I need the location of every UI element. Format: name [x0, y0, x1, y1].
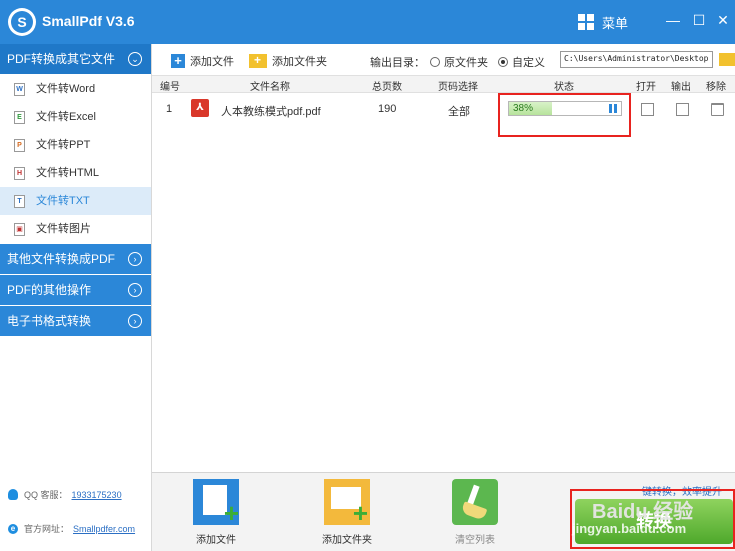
output-dir-label: 输出目录：: [370, 57, 425, 69]
bottom-bar: 添加文件 添加文件夹 清空列表 键转换，效率提升 转换 Baidu 经验 jin…: [152, 472, 735, 551]
title-bar: S SmallPdf V3.6 菜单 — ☐ ✕: [0, 0, 735, 44]
header-range: 页码选择: [438, 82, 478, 93]
open-external-icon[interactable]: [641, 103, 654, 116]
header-status: 状态: [554, 82, 574, 93]
sidebar-item-ppt[interactable]: P 文件转PPT: [0, 131, 151, 159]
row-file-name: 人本教练模式pdf.pdf: [221, 106, 321, 118]
category-label: 其他文件转换成PDF: [7, 252, 116, 266]
site-link[interactable]: Smallpdfer.com: [73, 524, 135, 534]
category-label: PDF转换成其它文件: [7, 52, 116, 66]
radio-icon: [430, 57, 440, 67]
header-output: 输出: [671, 82, 691, 93]
chevron-down-icon: ⌄: [128, 52, 142, 66]
excel-doc-icon: E: [14, 111, 25, 124]
add-folder-button[interactable]: 添加文件夹: [249, 51, 327, 71]
watermark-brand: Baidu 经验: [592, 501, 694, 523]
sidebar-category-other-to-pdf[interactable]: 其他文件转换成PDF ›: [0, 244, 151, 274]
add-file-button[interactable]: + 添加文件: [171, 51, 234, 71]
sidebar-item-txt[interactable]: T 文件转TXT: [0, 187, 151, 215]
output-folder-icon[interactable]: [676, 103, 689, 116]
maximize-button[interactable]: ☐: [688, 10, 710, 30]
browser-icon: e: [8, 523, 18, 534]
qq-label: QQ 客服：: [24, 490, 68, 500]
sidebar-item-label: 文件转图片: [36, 223, 91, 235]
clear-list-label: 清空列表: [455, 535, 495, 546]
sidebar-category-pdf-ops[interactable]: PDF的其他操作 ›: [0, 275, 151, 305]
trash-icon[interactable]: [711, 103, 724, 116]
file-table: 编号 文件名称 总页数 页码选择 状态 打开 输出 移除 1 ⅄ 人本教练模式p…: [152, 76, 735, 472]
radio-checked-icon: [498, 57, 508, 67]
bottom-add-file-label: 添加文件: [196, 535, 236, 546]
bottom-add-file-button[interactable]: 添加文件: [186, 479, 246, 549]
watermark-url: jingyan.baidu.com: [572, 521, 687, 536]
radio-source-folder[interactable]: 原文件夹: [430, 54, 488, 70]
sidebar-item-label: 文件转TXT: [36, 195, 90, 207]
sidebar-category-ebook[interactable]: 电子书格式转换 ›: [0, 306, 151, 336]
radio-label: 自定义: [512, 57, 545, 69]
header-pages: 总页数: [372, 82, 402, 93]
sidebar-item-html[interactable]: H 文件转HTML: [0, 159, 151, 187]
header-remove: 移除: [706, 82, 726, 93]
table-header: 编号 文件名称 总页数 页码选择 状态 打开 输出 移除: [152, 76, 735, 93]
browse-folder-icon[interactable]: [719, 53, 735, 66]
header-name: 文件名称: [250, 82, 290, 93]
word-doc-icon: W: [14, 83, 25, 96]
sub-item-list: W 文件转Word E 文件转Excel P 文件转PPT H 文件转HTML …: [0, 75, 151, 243]
sidebar-item-excel[interactable]: E 文件转Excel: [0, 103, 151, 131]
clear-list-button[interactable]: 清空列表: [445, 479, 505, 549]
site-label: 官方网址：: [24, 524, 70, 534]
sidebar: PDF转换成其它文件 ⌄ W 文件转Word E 文件转Excel P 文件转P…: [0, 44, 152, 551]
add-folder-label: 添加文件夹: [272, 56, 327, 68]
image-doc-icon: ▣: [14, 223, 25, 236]
output-path-input[interactable]: C:\Users\Administrator\Desktop: [560, 51, 713, 68]
header-open: 打开: [636, 82, 656, 93]
folder-plus-icon: [249, 53, 267, 68]
status-highlight-box: [498, 93, 631, 137]
menu-label: 菜单: [602, 15, 629, 31]
close-button[interactable]: ✕: [712, 10, 734, 30]
row-page-range[interactable]: 全部: [448, 103, 470, 119]
toolbar: + 添加文件 添加文件夹 输出目录： 原文件夹 自定义 C:\Users\Adm…: [152, 44, 735, 76]
site-contact: e 官方网址： Smallpdfer.com: [8, 522, 135, 535]
table-row[interactable]: 1 ⅄ 人本教练模式pdf.pdf 190 全部 38%: [152, 94, 735, 124]
pdf-file-icon: ⅄: [191, 99, 209, 117]
add-file-label: 添加文件: [190, 56, 234, 68]
row-index: 1: [166, 103, 173, 115]
qq-link[interactable]: 1933175230: [72, 490, 122, 500]
ppt-doc-icon: P: [14, 139, 25, 152]
category-label: 电子书格式转换: [7, 314, 92, 328]
grid-menu-icon: [578, 14, 594, 30]
plus-icon: +: [171, 54, 185, 68]
sidebar-item-word[interactable]: W 文件转Word: [0, 75, 151, 103]
row-page-count: 190: [378, 103, 397, 115]
add-file-icon: [193, 479, 239, 529]
sidebar-item-label: 文件转Excel: [36, 111, 96, 123]
menu-button[interactable]: 菜单: [578, 10, 628, 34]
category-label: PDF的其他操作: [7, 283, 92, 297]
sidebar-item-label: 文件转HTML: [36, 167, 99, 179]
add-folder-icon: [324, 479, 370, 529]
chevron-right-icon: ›: [128, 283, 142, 297]
bottom-add-folder-label: 添加文件夹: [322, 535, 372, 546]
sidebar-categories: 其他文件转换成PDF › PDF的其他操作 › 电子书格式转换 ›: [0, 244, 151, 336]
sidebar-item-image[interactable]: ▣ 文件转图片: [0, 215, 151, 243]
bottom-add-folder-button[interactable]: 添加文件夹: [317, 479, 377, 549]
logo-letter: S: [11, 11, 33, 33]
app-logo: S: [8, 8, 36, 36]
chevron-right-icon: ›: [128, 252, 142, 266]
radio-custom-folder[interactable]: 自定义: [498, 54, 545, 70]
sidebar-category-pdf-to-other[interactable]: PDF转换成其它文件 ⌄: [0, 44, 151, 74]
radio-label: 原文件夹: [444, 57, 488, 69]
app-title: SmallPdf V3.6: [42, 13, 135, 29]
sidebar-item-label: 文件转Word: [36, 83, 96, 95]
qq-contact: QQ 客服： 1933175230: [8, 488, 122, 501]
sidebar-item-label: 文件转PPT: [36, 139, 91, 151]
minimize-button[interactable]: —: [662, 10, 684, 30]
chevron-right-icon: ›: [128, 314, 142, 328]
header-index: 编号: [160, 82, 180, 93]
qq-icon: [8, 489, 18, 500]
html-doc-icon: H: [14, 167, 25, 180]
broom-icon: [452, 479, 498, 525]
txt-doc-icon: T: [14, 195, 25, 208]
